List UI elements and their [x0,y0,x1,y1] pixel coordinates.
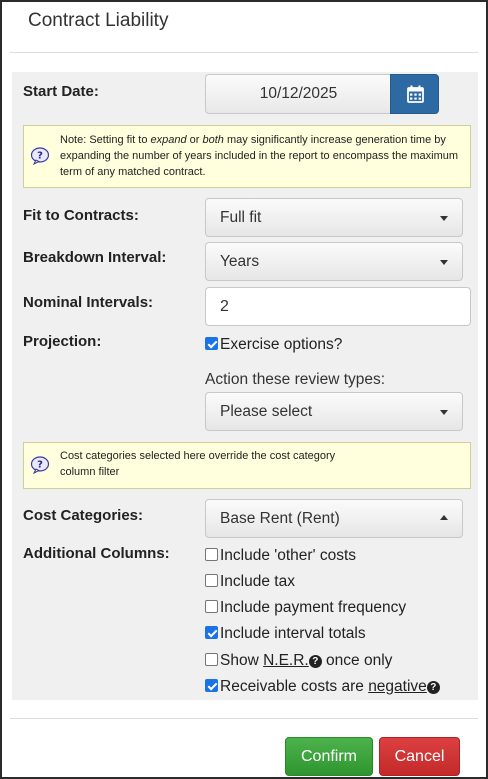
help-icon[interactable]: ? [308,655,322,668]
include-interval-totals-checkbox[interactable] [205,626,218,639]
cost-categories-value: Base Rent (Rent) [220,510,340,527]
receivable-costs-checkbox[interactable] [205,679,218,692]
include-other-costs-row[interactable]: Include 'other' costs [205,546,356,566]
fit-to-contracts-value: Full fit [220,209,262,226]
negative-link[interactable]: negative [368,678,427,695]
projection-label: Projection: [23,333,102,350]
include-tax-checkbox[interactable] [205,574,218,587]
breakdown-interval-value: Years [220,253,260,270]
caret-up-icon [440,515,448,520]
header-divider [10,52,478,53]
contract-liability-dialog: Contract Liability Start Date: 10/12/202… [0,0,488,779]
calendar-button[interactable] [390,74,439,114]
show-ner-suffix: once only [321,652,393,669]
show-ner-prefix: Show [220,652,264,669]
caret-down-icon [440,410,448,415]
include-other-costs-checkbox[interactable] [205,548,218,561]
include-interval-totals-row[interactable]: Include interval totals [205,624,366,644]
include-payment-frequency-checkbox[interactable] [205,600,218,613]
footer-divider [10,718,478,719]
exercise-options-label: Exercise options? [220,336,343,353]
exercise-options-checkbox[interactable] [205,337,218,350]
caret-down-icon [440,216,448,221]
nominal-intervals-input[interactable]: 2 [205,287,471,326]
include-tax-row[interactable]: Include tax [205,572,295,592]
cost-categories-select[interactable]: Base Rent (Rent) [205,499,463,538]
help-icon[interactable]: ? [426,681,440,694]
show-ner-checkbox[interactable] [205,653,218,666]
svg-text:?: ? [37,460,43,471]
start-date-label: Start Date: [23,83,99,100]
fit-note: ? Note: Setting fit to expand or both ma… [23,125,471,188]
include-interval-totals-label: Include interval totals [220,625,366,642]
additional-columns-label: Additional Columns: [23,545,170,562]
svg-text:?: ? [37,151,43,162]
breakdown-interval-select[interactable]: Years [205,242,463,281]
fit-to-contracts-select[interactable]: Full fit [205,198,463,237]
cancel-button[interactable]: Cancel [379,737,460,776]
include-payment-frequency-label: Include payment frequency [220,599,407,616]
review-types-label: Action these review types: [205,371,386,388]
dialog-title: Contract Liability [28,10,169,31]
review-types-select[interactable]: Please select [205,392,463,431]
exercise-options-row[interactable]: Exercise options? [205,335,342,355]
caret-down-icon [440,260,448,265]
fit-note-text: Note: Setting fit to expand or both may … [60,134,459,178]
confirm-button[interactable]: Confirm [285,737,373,776]
receivable-costs-prefix: Receivable costs are [220,678,369,695]
nominal-intervals-label: Nominal Intervals: [23,294,154,311]
receivable-costs-row[interactable]: Receivable costs are negative? [205,677,440,697]
include-tax-label: Include tax [220,573,295,590]
review-types-value: Please select [220,403,313,420]
fit-to-contracts-label: Fit to Contracts: [23,207,139,224]
show-ner-row[interactable]: Show N.E.R.? once only [205,651,392,671]
include-payment-frequency-row[interactable]: Include payment frequency [205,598,406,618]
cost-note-text: Cost categories selected here override t… [60,450,336,478]
breakdown-interval-label: Breakdown Interval: [23,249,167,266]
cost-categories-label: Cost Categories: [23,507,144,524]
help-bubble-icon: ? [30,456,50,474]
calendar-icon [407,85,424,103]
start-date-input[interactable]: 10/12/2025 [205,74,391,114]
include-other-costs-label: Include 'other' costs [220,547,357,564]
ner-link[interactable]: N.E.R. [263,652,309,669]
help-bubble-icon: ? [30,147,50,165]
cost-note: ? Cost categories selected here override… [23,442,471,489]
